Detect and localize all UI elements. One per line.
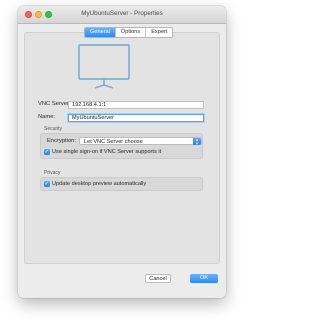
name-input[interactable]: [68, 114, 204, 122]
name-label: Name:: [38, 114, 56, 120]
title-bar[interactable]: MyUbuntuServer - Properties: [18, 6, 226, 24]
security-heading: Security: [44, 126, 63, 132]
tab-expert[interactable]: Expert: [146, 28, 172, 37]
sso-checkbox[interactable]: ✓: [44, 149, 50, 155]
tab-options[interactable]: Options: [116, 28, 147, 37]
ok-button[interactable]: OK: [190, 274, 218, 283]
window-title: MyUbuntuServer - Properties: [81, 10, 163, 17]
preview-label: Update desktop preview automatically: [52, 181, 147, 187]
sso-label: Use single sign-on if VNC Server support…: [52, 149, 162, 155]
tab-bar: General Options Expert: [84, 27, 174, 38]
cancel-button[interactable]: Cancel: [145, 274, 171, 283]
monitor-icon: [78, 44, 130, 89]
tab-general[interactable]: General: [85, 28, 116, 37]
privacy-heading: Privacy: [44, 170, 61, 176]
encryption-selected-value: Let VNC Server choose: [84, 139, 143, 145]
encryption-select[interactable]: Let VNC Server choose ▴ ▾: [79, 137, 202, 145]
chevron-up-down-icon: ▴ ▾: [193, 137, 201, 145]
encryption-label: Encryption:: [47, 138, 76, 144]
vnc-server-input[interactable]: [68, 101, 204, 109]
vnc-server-label: VNC Server:: [38, 101, 71, 107]
preview-checkbox[interactable]: ✓: [44, 181, 50, 187]
